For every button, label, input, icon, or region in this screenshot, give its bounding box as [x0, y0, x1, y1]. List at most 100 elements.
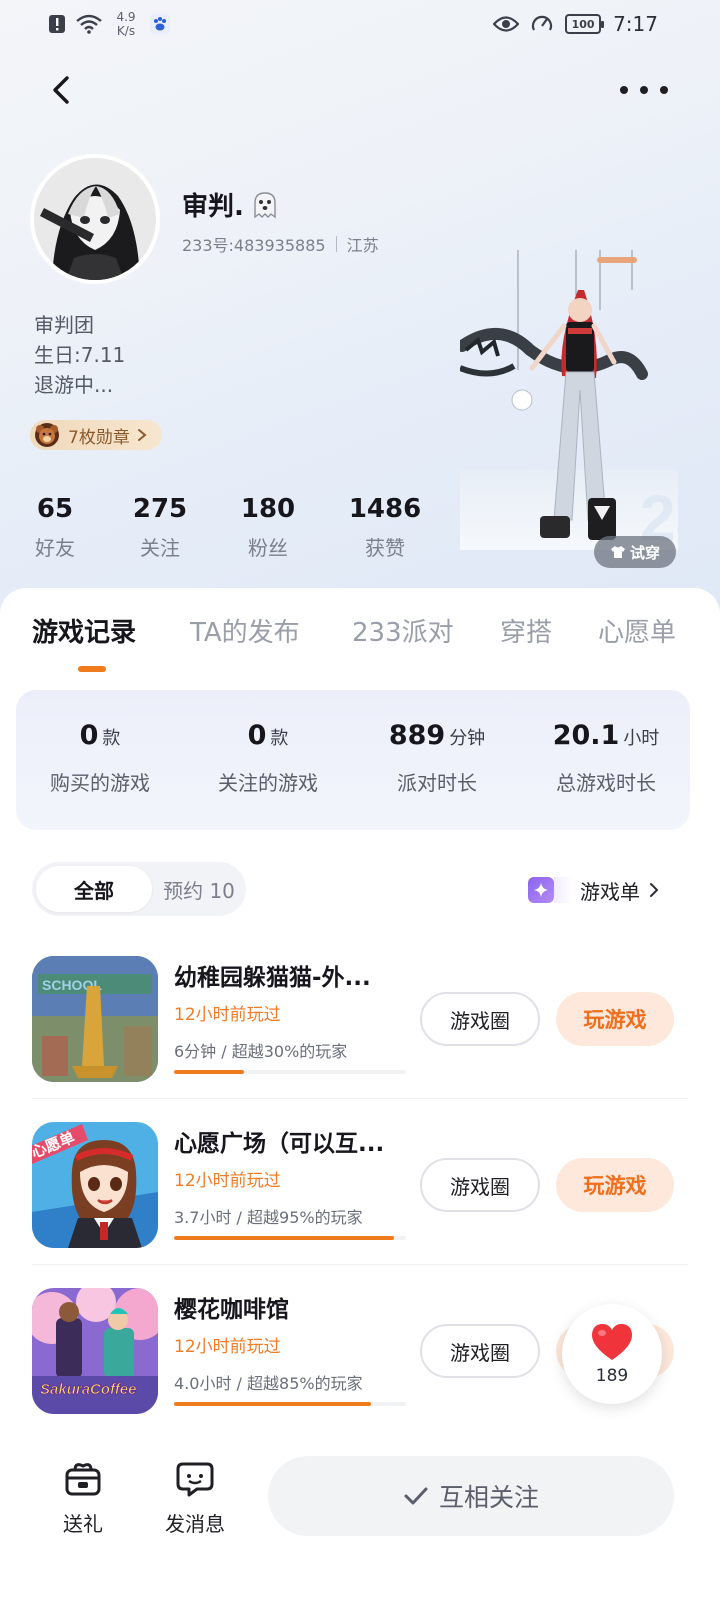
ghost-emoji-icon: [254, 191, 276, 218]
gift-label: 送礼: [63, 1512, 103, 1536]
try-on-button[interactable]: 试穿: [594, 536, 676, 568]
avatar-image: [34, 158, 156, 280]
like-button[interactable]: 189: [562, 1304, 662, 1404]
badge-count-label: 7枚勋章: [68, 427, 130, 448]
more-options-button[interactable]: [620, 76, 668, 104]
network-speed: 4.9 K/s: [116, 10, 136, 38]
stat-following[interactable]: 275 关注: [128, 494, 192, 561]
game-circle-button[interactable]: 游戏圈: [420, 1158, 540, 1212]
game-progress-bar: [174, 1070, 406, 1074]
avatar[interactable]: [30, 154, 160, 284]
chat-bubble-icon: [176, 1462, 214, 1497]
summary-label: 购买的游戏: [50, 771, 150, 795]
eye-icon: [493, 15, 520, 33]
profile-stats: 65 好友 275 关注 180 粉丝 1486 获赞: [0, 494, 460, 574]
speedometer-icon: [531, 13, 553, 35]
game-last-played: 12小时前玩过: [174, 1005, 281, 1025]
filter-all[interactable]: 全部: [36, 866, 152, 912]
game-progress-bar: [174, 1236, 406, 1240]
user-id: 233号:483935885: [182, 236, 326, 255]
game-last-played: 12小时前玩过: [174, 1337, 281, 1357]
game-playtime-stats: 4.0小时 / 超越85%的玩家: [174, 1374, 363, 1393]
bio-line: 退游中...: [34, 373, 114, 397]
try-on-label: 试穿: [629, 543, 660, 562]
separator: [335, 236, 337, 252]
game-filter: 全部 预约 10: [32, 862, 246, 916]
play-game-button[interactable]: 玩游戏: [556, 1158, 674, 1212]
summary-unit: 小时: [623, 728, 660, 749]
battery-indicator: 100: [565, 14, 605, 34]
nickname-text: 审判.: [182, 192, 244, 222]
game-circle-button[interactable]: 游戏圈: [420, 992, 540, 1046]
stat-fans[interactable]: 180 粉丝: [236, 494, 300, 561]
bio-line: 生日:7.11: [34, 343, 126, 367]
stat-likes[interactable]: 1486 获赞: [346, 494, 424, 561]
follow-label: 互相关注: [438, 1483, 539, 1512]
summary-label: 派对时长: [397, 771, 477, 795]
gift-box-icon: [65, 1463, 101, 1496]
wifi-icon: [76, 14, 102, 34]
game-circle-button[interactable]: 游戏圈: [420, 1324, 540, 1378]
summary-value: 20.1: [552, 720, 620, 751]
nickname: 审判.: [182, 186, 280, 223]
summary-unit: 款: [102, 728, 121, 749]
summary-party-time: 889 分钟 派对时长: [353, 720, 521, 796]
back-button[interactable]: [44, 72, 80, 108]
summary-purchased: 0款 购买的游戏: [16, 720, 184, 796]
summary-value: 889: [388, 720, 446, 751]
game-playtime-stats: 3.7小时 / 超越95%的玩家: [174, 1208, 363, 1227]
tab-indicator: [78, 666, 106, 672]
game-name: 幼稚园躲猫猫-外...: [174, 965, 371, 991]
summary-value: 0: [247, 720, 267, 751]
game-list-link[interactable]: 游戏单: [528, 874, 660, 906]
summary-unit: 款: [270, 728, 289, 749]
divider: [32, 1098, 688, 1099]
sparkle-icon: [528, 877, 554, 903]
baidu-paw-icon: [150, 14, 170, 34]
bear-medal-icon: [35, 423, 59, 447]
message-label: 发消息: [165, 1512, 225, 1536]
summary-followed: 0款 关注的游戏: [184, 720, 352, 796]
game-thumbnail[interactable]: SakuraCoffee: [32, 1288, 158, 1414]
thumb-text: SakuraCoffee: [40, 1381, 136, 1398]
character-avatar-image[interactable]: 233: [460, 250, 678, 570]
game-list-label: 游戏单: [580, 879, 640, 904]
stat-value: 275: [132, 494, 188, 524]
status-time: 7:17: [613, 12, 658, 36]
stat-friends[interactable]: 65 好友: [30, 494, 80, 561]
shirt-icon: [610, 546, 625, 558]
summary-total-time: 20.1 小时 总游戏时长: [522, 720, 690, 796]
game-thumbnail[interactable]: 心愿单: [32, 1122, 158, 1248]
status-bar: 4.9 K/s 100 7:17: [0, 0, 720, 48]
tab-posts[interactable]: TA的发布: [190, 612, 300, 649]
game-last-played: 12小时前玩过: [174, 1171, 281, 1191]
game-name: 樱花咖啡馆: [174, 1297, 289, 1323]
game-thumbnail[interactable]: SCHOOL: [32, 956, 158, 1082]
badges-button[interactable]: 7枚勋章: [30, 420, 162, 450]
stat-label: 关注: [140, 536, 180, 560]
summary-label: 关注的游戏: [218, 771, 318, 795]
stat-value: 1486: [348, 494, 422, 524]
divider: [32, 1264, 688, 1265]
tab-outfits[interactable]: 穿搭: [500, 612, 552, 649]
chevron-left-icon: [53, 76, 69, 104]
filter-reserved[interactable]: 预约 10: [156, 866, 242, 912]
summary-label: 总游戏时长: [556, 771, 656, 795]
like-count: 189: [595, 1366, 629, 1386]
game-name: 心愿广场（可以互...: [174, 1131, 385, 1157]
mutual-follow-button[interactable]: 互相关注: [268, 1456, 674, 1536]
tab-wishlist[interactable]: 心愿单: [598, 612, 676, 649]
alert-icon: [48, 14, 66, 34]
tab-party[interactable]: 233派对: [352, 612, 454, 649]
message-button[interactable]: 发消息: [150, 1460, 240, 1537]
gift-button[interactable]: 送礼: [38, 1460, 128, 1537]
play-game-button[interactable]: 玩游戏: [556, 992, 674, 1046]
bio: 审判团 生日:7.11 退游中...: [34, 310, 125, 400]
more-dots-icon: [620, 86, 628, 94]
heart-icon: [591, 1324, 633, 1360]
tab-game-record[interactable]: 游戏记录: [32, 612, 136, 649]
stat-label: 好友: [35, 536, 75, 560]
game-summary-card: 0款 购买的游戏 0款 关注的游戏 889 分钟 派对时长 20.1 小时 总游戏时…: [16, 690, 690, 830]
game-playtime-stats: 6分钟 / 超越30%的玩家: [174, 1042, 348, 1061]
stat-value: 65: [36, 494, 74, 524]
